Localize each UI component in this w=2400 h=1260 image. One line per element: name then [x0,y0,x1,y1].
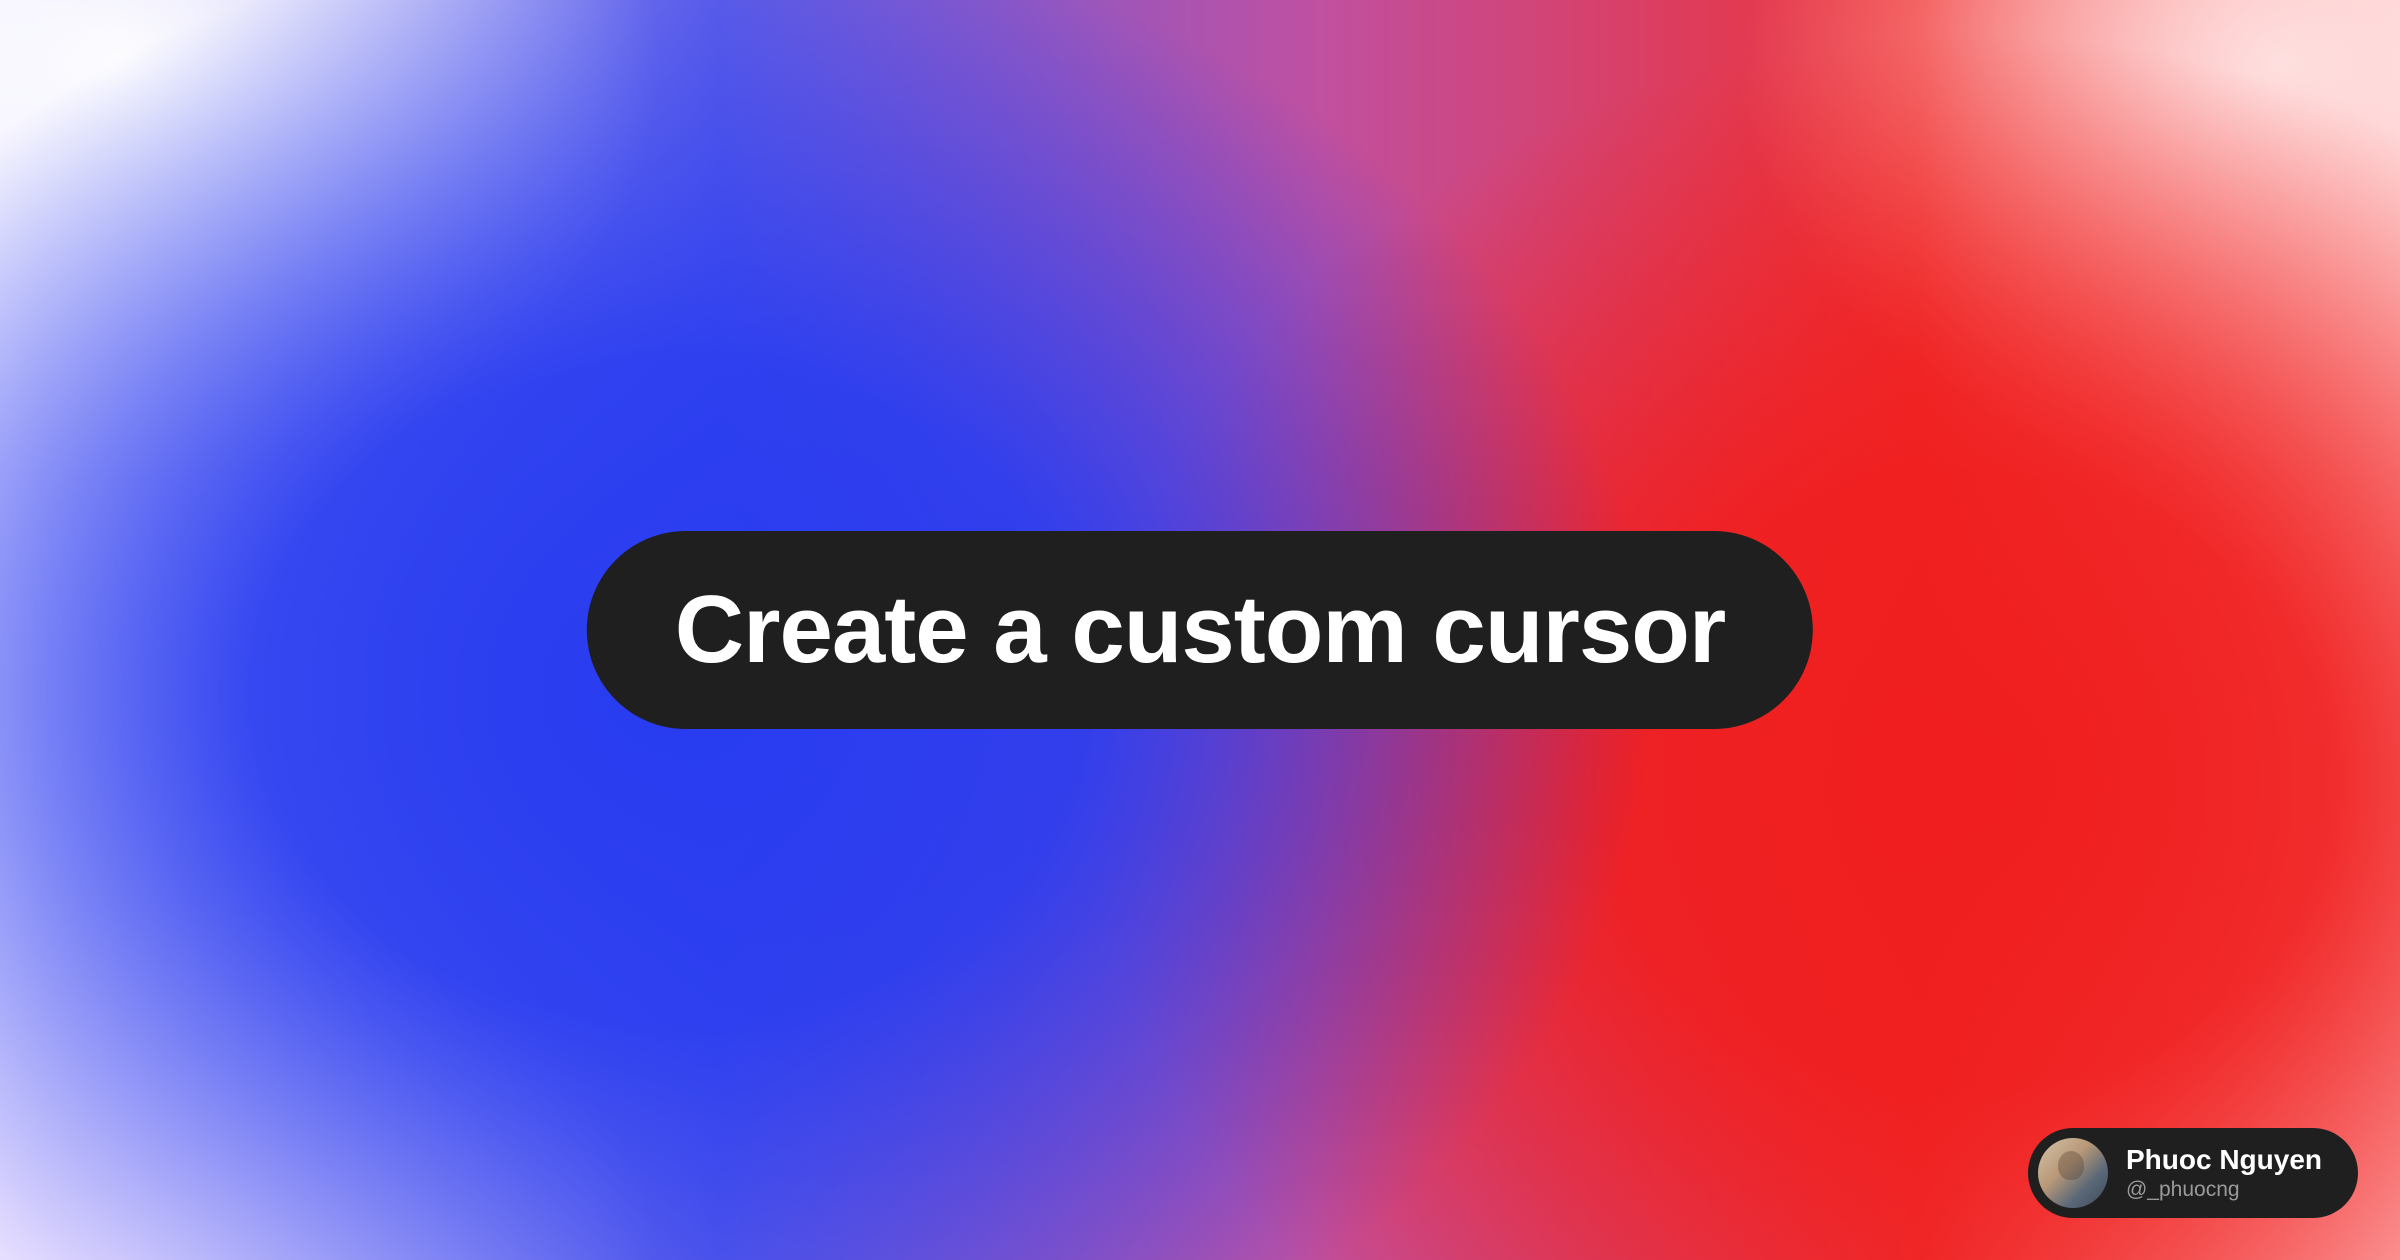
author-handle: @_phuocng [2126,1177,2322,1203]
author-badge[interactable]: Phuoc Nguyen @_phuocng [2028,1128,2358,1218]
page-title: Create a custom cursor [675,576,1725,683]
title-pill: Create a custom cursor [587,531,1813,729]
author-text: Phuoc Nguyen @_phuocng [2126,1142,2322,1203]
author-name: Phuoc Nguyen [2126,1142,2322,1177]
author-avatar [2038,1138,2108,1208]
